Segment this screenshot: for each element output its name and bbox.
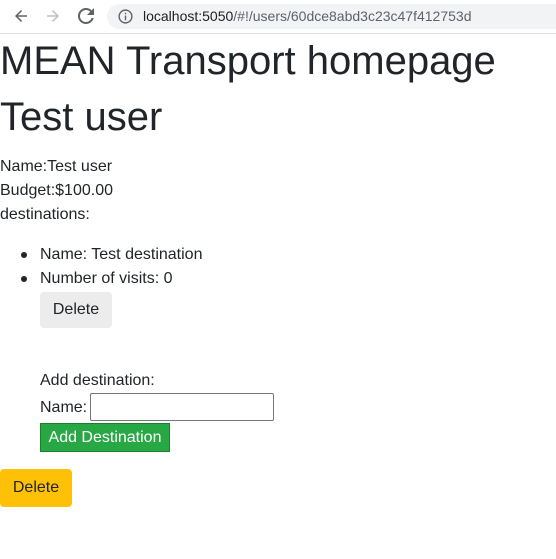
add-destination-label: Add destination: [40,372,155,389]
delete-user-button[interactable]: Delete [0,469,72,507]
browser-toolbar: localhost:5050/#!/users/60dce8abd3c23c47… [0,0,556,34]
url-host: localhost:5050 [143,8,234,24]
destination-name-input[interactable] [90,393,274,421]
add-destination-button[interactable]: Add Destination [40,423,170,452]
page-title: MEAN Transport homepage [0,39,496,83]
list-item: Number of visits: 0 [20,268,172,290]
info-icon[interactable] [118,9,133,24]
delete-destination-button[interactable]: Delete [40,292,112,328]
list-item: Name: Test destination [20,244,202,266]
user-title: Test user [0,95,163,139]
name-field-label: Name: [40,399,88,416]
back-arrow-icon[interactable] [10,5,32,27]
user-budget-line: Budget:$100.00 [0,182,113,199]
user-name-line: Name:Test user [0,158,113,175]
address-bar[interactable]: localhost:5050/#!/users/60dce8abd3c23c47… [107,4,556,29]
url-text: localhost:5050/#!/users/60dce8abd3c23c47… [143,9,472,24]
url-path: /#!/users/60dce8abd3c23c47f412753d [233,8,472,24]
reload-icon[interactable] [75,5,97,27]
destinations-label: destinations: [0,206,90,223]
forward-arrow-icon[interactable] [42,5,64,27]
